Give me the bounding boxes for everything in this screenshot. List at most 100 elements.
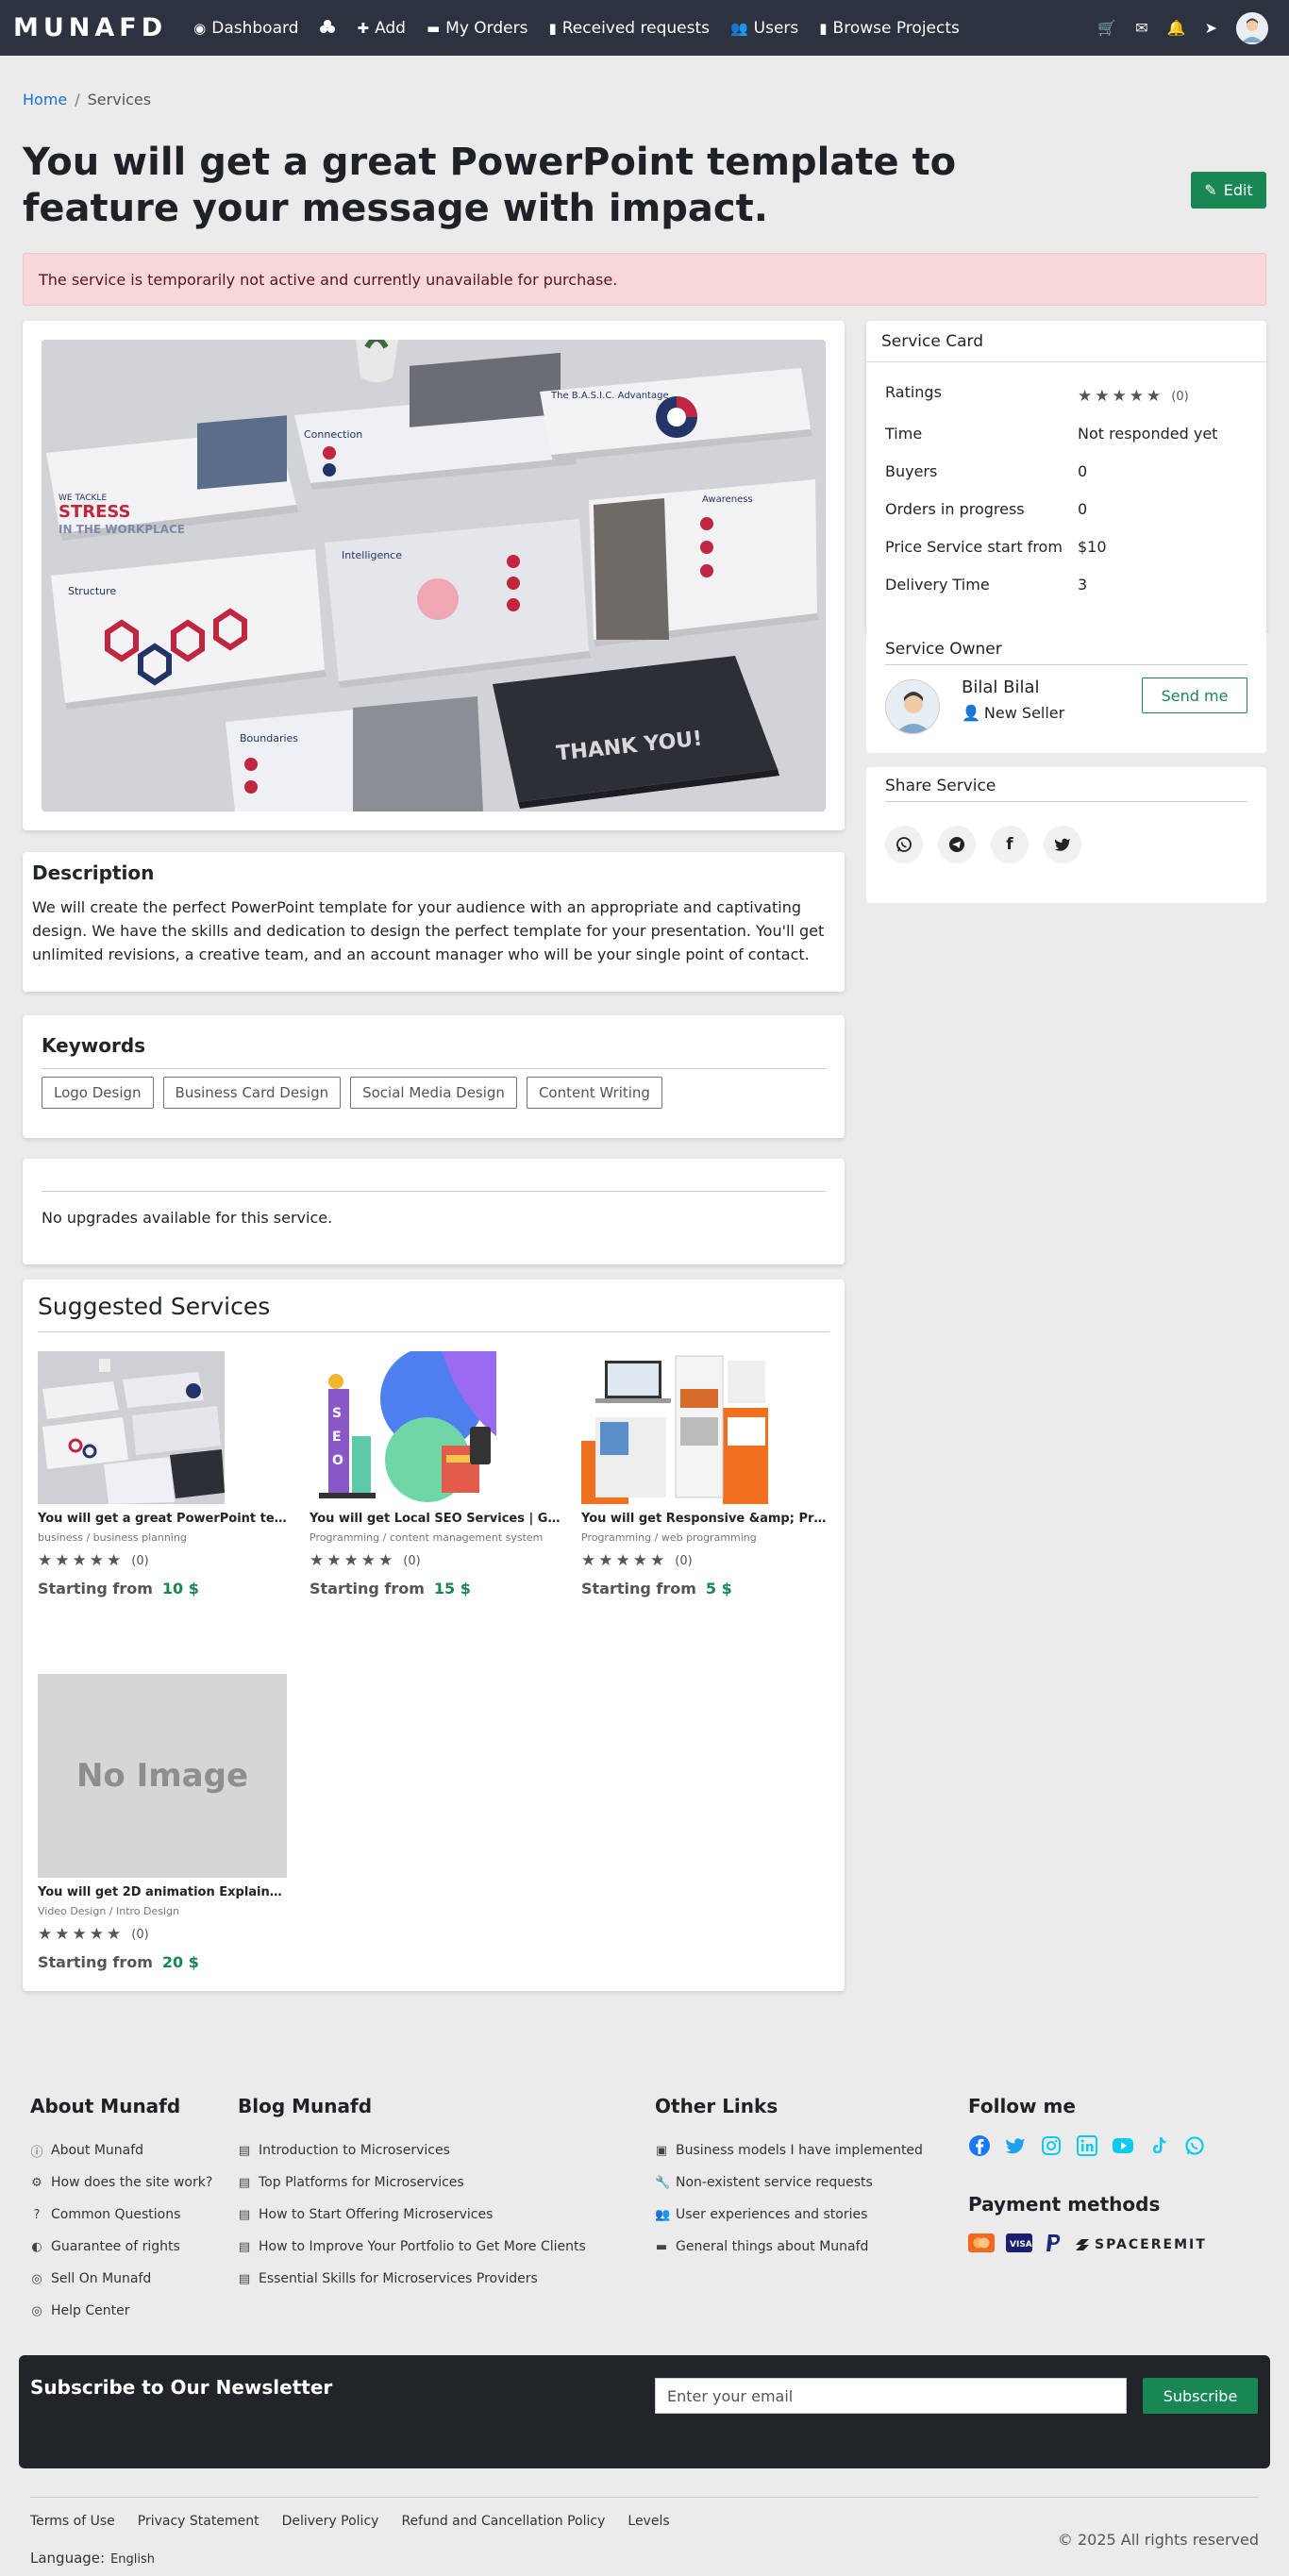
cursor-icon[interactable]: ➤ <box>1205 19 1217 37</box>
privacy-link[interactable]: Privacy Statement <box>138 2514 259 2529</box>
footer-link[interactable]: ▤ Essential Skills for Microservices Prov… <box>238 2263 586 2295</box>
description-title: Description <box>32 861 155 884</box>
footer-link[interactable]: ▣ Business models I have implemented <box>655 2134 923 2166</box>
footer-link[interactable]: ⚙ How does the site work? <box>30 2166 212 2199</box>
edit-button[interactable]: ✎ Edit <box>1191 172 1266 209</box>
service-title[interactable]: You will get Responsive &amp; Profession… <box>581 1512 832 1526</box>
nav-dashboard[interactable]: ◉ Dashboard <box>193 19 298 38</box>
users-icon: 👥 <box>655 2207 671 2222</box>
whatsapp-icon[interactable] <box>1183 2134 1206 2157</box>
star-icon: ★ <box>1147 387 1162 406</box>
youtube-icon[interactable] <box>1112 2134 1134 2157</box>
nav-categories[interactable] <box>319 19 336 38</box>
delivery-policy-link[interactable]: Delivery Policy <box>282 2514 379 2529</box>
language-selector[interactable]: Language: English <box>30 2550 155 2567</box>
categories-icon <box>319 19 336 38</box>
plus-icon: ✚ <box>357 19 370 37</box>
star-icon: ★ <box>38 1925 53 1944</box>
comment-icon: ▬ <box>655 2239 668 2254</box>
star-icon: ★ <box>38 1551 53 1570</box>
facebook-icon[interactable] <box>968 2134 991 2157</box>
service-title[interactable]: You will get a great PowerPoint template… <box>38 1512 289 1526</box>
service-image[interactable]: WE TACKLE STRESS IN THE WORKPLACE Connec… <box>42 340 826 811</box>
tiktok-icon[interactable] <box>1147 2134 1170 2157</box>
send-message-button[interactable]: Send me <box>1142 677 1247 713</box>
footer-link[interactable]: ▤ Top Platforms for Microservices <box>238 2166 586 2199</box>
suggested-service-item[interactable]: SEO You will get Local SEO Services | Go… <box>310 1351 561 1597</box>
visa-icon: VISA <box>1006 2233 1032 2256</box>
refund-policy-link[interactable]: Refund and Cancellation Policy <box>401 2514 605 2529</box>
footer-link[interactable]: ▤ How to Improve Your Portfolio to Get Mo… <box>238 2231 586 2263</box>
envelope-icon[interactable]: ✉ <box>1135 19 1147 37</box>
footer-link[interactable]: ▤ How to Start Offering Microservices <box>238 2199 586 2231</box>
svg-text:Boundaries: Boundaries <box>240 732 298 744</box>
question-icon: ? <box>33 2207 41 2222</box>
service-card-row-price: Price Service start from $10 <box>885 538 1107 556</box>
footer-link[interactable]: ◎ Help Center <box>30 2295 212 2327</box>
footer-link[interactable]: ▬ General things about Munafd <box>655 2231 923 2263</box>
newspaper-icon: ▤ <box>238 2143 251 2158</box>
service-thumbnail[interactable] <box>581 1351 768 1504</box>
social-icons <box>968 2134 1207 2157</box>
newsletter-email-input[interactable]: Enter your email <box>655 2378 1127 2414</box>
footer-link[interactable]: ◎ Sell On Munafd <box>30 2263 212 2295</box>
breadcrumb-home[interactable]: Home <box>23 91 67 109</box>
star-icon: ★ <box>615 1551 630 1570</box>
keyword-tag[interactable]: Content Writing <box>526 1077 662 1109</box>
service-title[interactable]: You will get Local SEO Services | Google… <box>310 1512 561 1526</box>
breadcrumb: Home / Services <box>23 91 152 109</box>
service-price: Starting from 20 $ <box>38 1953 199 1971</box>
rating-count: (0) <box>131 1553 149 1568</box>
owner-name[interactable]: Bilal Bilal <box>962 677 1040 697</box>
levels-link[interactable]: Levels <box>628 2514 669 2529</box>
service-thumbnail[interactable]: No Image <box>38 1674 287 1878</box>
footer-link[interactable]: ⓘ About Munafd <box>30 2134 212 2166</box>
service-category: Programming / content management system <box>310 1531 544 1544</box>
price-amount: 15 $ <box>433 1580 471 1597</box>
cart-icon[interactable]: 🛒 <box>1097 19 1116 37</box>
nav-add[interactable]: ✚ Add <box>357 19 406 38</box>
footer-link[interactable]: ? Common Questions <box>30 2199 212 2231</box>
service-card-row-delivery: Delivery Time 3 <box>885 576 1088 594</box>
payment-title: Payment methods <box>968 2193 1161 2216</box>
site-logo[interactable]: MUNAFD <box>13 13 167 42</box>
service-title[interactable]: You will get 2D animation Explainer Illu… <box>38 1885 289 1899</box>
user-avatar[interactable] <box>1236 11 1268 44</box>
service-thumbnail[interactable]: SEO <box>310 1351 496 1504</box>
rating-count: (0) <box>131 1927 149 1942</box>
star-icon: ★ <box>107 1551 122 1570</box>
linkedin-icon[interactable] <box>1076 2134 1098 2157</box>
nav-my-orders[interactable]: ▬ My Orders <box>427 19 528 38</box>
star-icon: ★ <box>650 1551 665 1570</box>
keyword-tag[interactable]: Social Media Design <box>350 1077 517 1109</box>
twitter-icon[interactable] <box>1044 826 1081 863</box>
nav-browse-projects[interactable]: ▮ Browse Projects <box>819 19 960 38</box>
nav-received-requests[interactable]: ▮ Received requests <box>548 19 710 38</box>
price-amount: 5 $ <box>705 1580 732 1597</box>
footer-other-links: Other Links ▣ Business models I have impl… <box>655 2095 923 2263</box>
bell-icon[interactable]: 🔔 <box>1167 19 1186 37</box>
facebook-icon[interactable]: f <box>991 826 1029 863</box>
instagram-icon[interactable] <box>1040 2134 1063 2157</box>
keyword-tag[interactable]: Logo Design <box>42 1077 154 1109</box>
suggested-service-item[interactable]: No Image You will get 2D animation Expla… <box>38 1674 289 1971</box>
suggested-service-item[interactable]: You will get a great PowerPoint template… <box>38 1351 289 1597</box>
footer-link[interactable]: ▤ Introduction to Microservices <box>238 2134 586 2166</box>
keyword-tag[interactable]: Business Card Design <box>162 1077 342 1109</box>
service-category: Video Design / Intro Design <box>38 1905 180 1917</box>
keywords-title: Keywords <box>42 1034 826 1069</box>
owner-avatar[interactable] <box>885 679 940 734</box>
telegram-icon[interactable] <box>938 826 976 863</box>
subscribe-button[interactable]: Subscribe <box>1143 2378 1258 2414</box>
whatsapp-icon[interactable] <box>885 826 923 863</box>
svg-text:IN THE WORKPLACE: IN THE WORKPLACE <box>59 523 185 536</box>
footer-link[interactable]: 🔧 Non-existent service requests <box>655 2166 923 2199</box>
twitter-icon[interactable] <box>1004 2134 1027 2157</box>
terms-link[interactable]: Terms of Use <box>30 2514 115 2529</box>
footer-link[interactable]: ◐ Guarantee of rights <box>30 2231 212 2263</box>
star-icon: ★ <box>310 1551 325 1570</box>
nav-users[interactable]: 👥 Users <box>730 19 798 38</box>
footer-link[interactable]: 👥 User experiences and stories <box>655 2199 923 2231</box>
service-thumbnail[interactable] <box>38 1351 225 1504</box>
suggested-service-item[interactable]: You will get Responsive &amp; Profession… <box>581 1351 832 1597</box>
